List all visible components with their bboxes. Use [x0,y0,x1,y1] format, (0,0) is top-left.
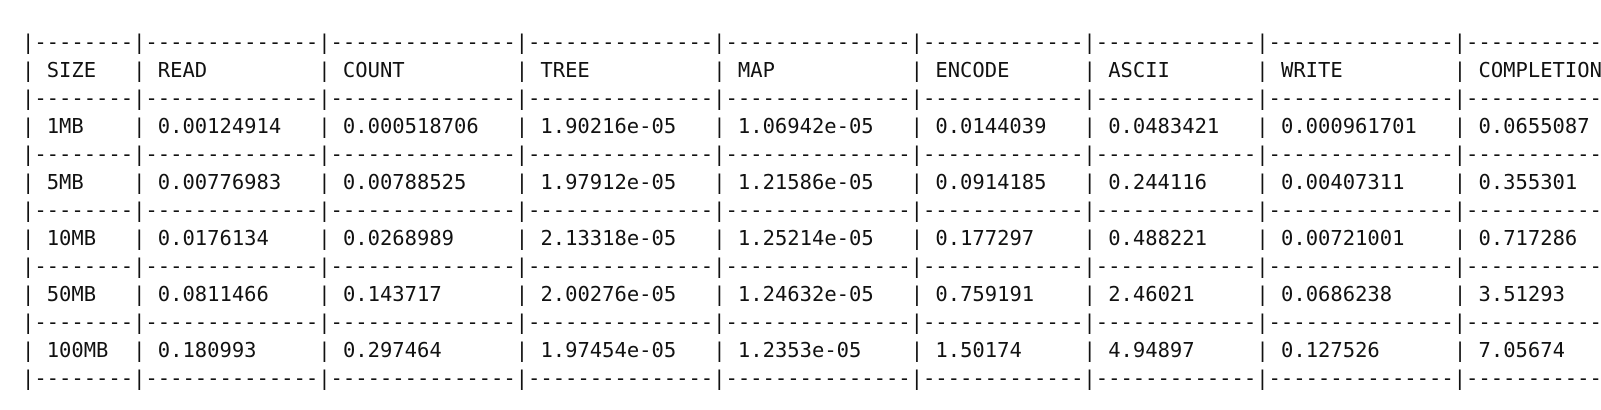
column-header: WRITE [1281,58,1343,82]
table-cell: 0.0655087 [1478,114,1590,138]
table-cell: 0.355301 [1478,170,1578,194]
table-cell: 0.0144039 [935,114,1047,138]
column-header: COMPLETION [1478,58,1601,82]
table-cell: 1.2353e-05 [737,338,862,362]
table-separator: |--------|--------------|---------------… [22,310,1601,334]
table-separator: |--------|--------------|---------------… [22,198,1601,222]
table-cell: 0.177297 [935,226,1035,250]
table-cell: 0.0483421 [1108,114,1220,138]
table-cell: 0.00788525 [342,170,467,194]
table-cell: 5MB [46,170,84,194]
table-cell: 10MB [46,226,97,250]
column-header: SIZE [46,58,97,82]
table-cell: 0.0176134 [157,226,269,250]
table-cell: 1.90216e-05 [540,114,677,138]
table-row: | 100MB | 0.180993 | 0.297464 | 1.97454e… [22,338,1565,362]
table-cell: 0.297464 [342,338,442,362]
table-cell: 0.00124914 [157,114,282,138]
table-header-row: | SIZE | READ | COUNT | TREE | MAP | ENC… [22,58,1601,82]
table-cell: 0.00407311 [1281,170,1405,194]
table-cell: 0.717286 [1478,226,1578,250]
column-header: READ [157,58,208,82]
table-cell: 7.05674 [1478,338,1565,362]
table-cell: 0.00721001 [1281,226,1405,250]
column-header: MAP [737,58,775,82]
table-separator: |--------|--------------|---------------… [22,86,1601,110]
table-cell: 0.0686238 [1281,282,1393,306]
table-cell: 2.00276e-05 [540,282,677,306]
table-cell: 1MB [46,114,84,138]
table-row: | 1MB | 0.00124914 | 0.000518706 | 1.902… [22,114,1590,138]
table-cell: 4.94897 [1108,338,1195,362]
table-cell: 0.488221 [1108,226,1207,250]
table-row: | 50MB | 0.0811466 | 0.143717 | 2.00276e… [22,282,1565,306]
table-cell: 100MB [46,338,109,362]
table-separator: |--------|--------------|---------------… [22,366,1601,390]
column-header: ASCII [1108,58,1170,82]
column-header: TREE [540,58,590,82]
table-cell: 1.06942e-05 [737,114,874,138]
table-cell: 0.000961701 [1281,114,1417,138]
table-separator: |--------|--------------|---------------… [22,254,1601,278]
table-row: | 5MB | 0.00776983 | 0.00788525 | 1.9791… [22,170,1578,194]
table-cell: 0.143717 [342,282,442,306]
table-cell: 3.51293 [1478,282,1565,306]
table-cell: 0.180993 [157,338,257,362]
table-cell: 0.759191 [935,282,1035,306]
table-cell: 2.13318e-05 [540,226,677,250]
table-cell: 0.127526 [1281,338,1380,362]
table-cell: 1.24632e-05 [737,282,874,306]
column-header: ENCODE [935,58,1010,82]
table-cell: 0.0914185 [935,170,1047,194]
table-cell: 0.0268989 [342,226,455,250]
table-separator: |--------|--------------|---------------… [22,30,1601,54]
table-cell: 1.25214e-05 [737,226,874,250]
table-cell: 0.244116 [1108,170,1207,194]
table-cell: 0.00776983 [157,170,282,194]
table-cell: 50MB [46,282,97,306]
results-table: |--------|--------------|---------------… [22,0,1601,392]
table-row: | 10MB | 0.0176134 | 0.0268989 | 2.13318… [22,226,1578,250]
table-cell: 1.97454e-05 [540,338,677,362]
column-header: COUNT [342,58,405,82]
table-separator: |--------|--------------|---------------… [22,142,1601,166]
table-cell: 1.21586e-05 [737,170,874,194]
table-cell: 2.46021 [1108,282,1195,306]
table-cell: 0.0811466 [157,282,269,306]
table-cell: 0.000518706 [342,114,479,138]
table-cell: 1.97912e-05 [540,170,677,194]
table-cell: 1.50174 [935,338,1022,362]
